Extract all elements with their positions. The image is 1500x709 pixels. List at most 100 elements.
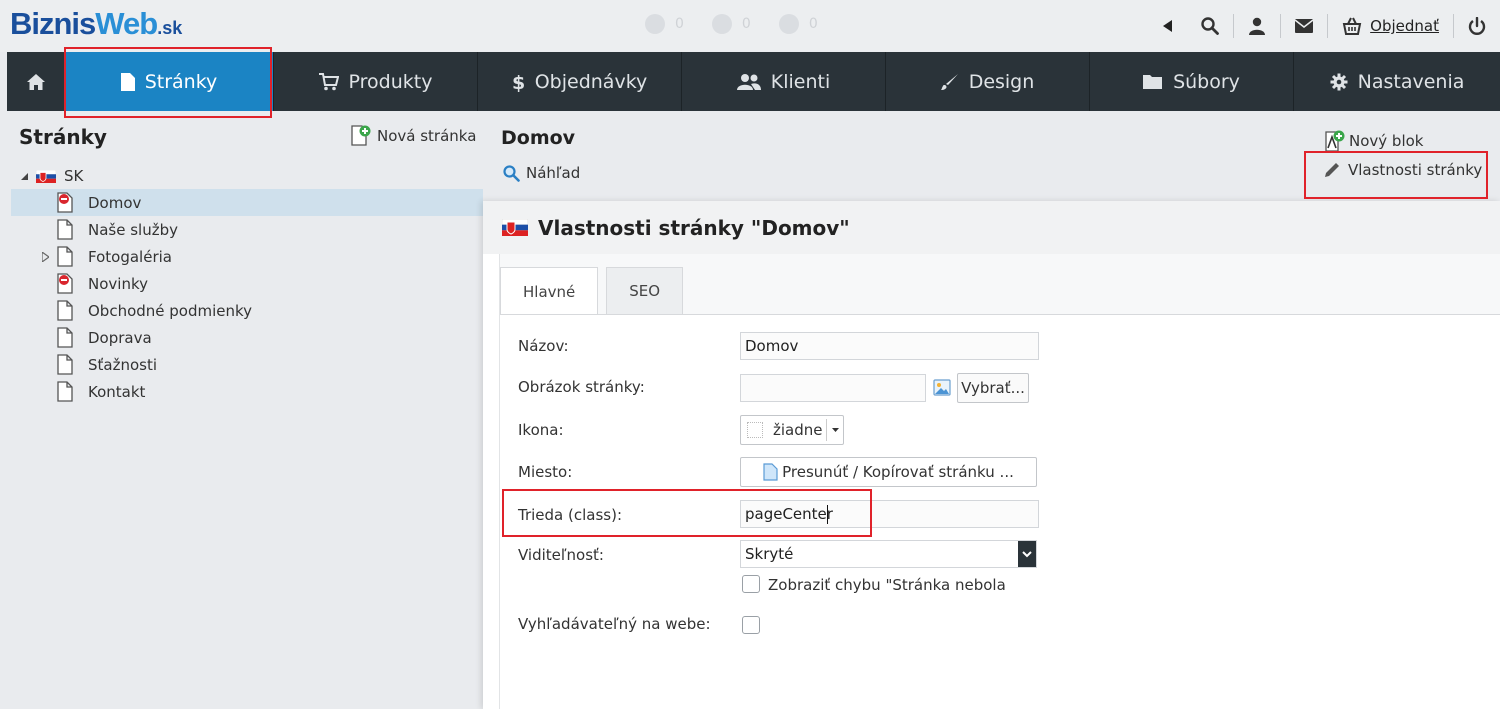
tab-hlavne[interactable]: Hlavné (500, 267, 599, 315)
class-label: Trieda (class): (518, 506, 622, 524)
tree-item-fotogaleria[interactable]: Fotogaléria (11, 243, 483, 270)
dropdown-divider (826, 419, 827, 441)
page-icon (57, 219, 73, 240)
tree-item-nase-sluzby[interactable]: Naše služby (11, 216, 483, 243)
file-icon (120, 72, 135, 91)
tree-item-obchodne-podmienky[interactable]: Obchodné podmienky (11, 297, 483, 324)
tree-item-staznosti[interactable]: Sťažnosti (11, 351, 483, 378)
name-input[interactable]: Domov (740, 332, 1039, 360)
select-arrow-box (1018, 541, 1036, 567)
image-label: Obrázok stránky: (518, 378, 645, 396)
envelope-icon (1295, 19, 1314, 33)
search-button[interactable] (1187, 0, 1233, 52)
stat-icon (711, 14, 732, 34)
slovak-flag-icon (36, 169, 56, 183)
search-icon (1201, 17, 1220, 35)
new-block-button[interactable]: Nový blok (1325, 130, 1423, 152)
nav-design[interactable]: Design (886, 52, 1090, 111)
new-page-icon (351, 125, 371, 146)
top-bar: BiznisWeb.sk 0 0 0 Objednať (0, 0, 1500, 52)
class-input[interactable]: pageCenter (740, 500, 1039, 528)
page-tree: SK Domov Naše služby Fotogaléria Novinky (11, 163, 483, 405)
page-icon (57, 300, 73, 321)
searchable-label: Vyhľadávateľný na webe: (518, 615, 711, 633)
move-copy-button[interactable]: Presunúť / Kopírovať stránku ... (740, 457, 1037, 487)
hidden-page-icon (57, 192, 73, 213)
hidden-page-icon (57, 273, 73, 294)
nav-klienti[interactable]: Klienti (682, 52, 886, 111)
pencil-icon (1325, 163, 1339, 177)
dollar-icon: $ (512, 72, 525, 92)
empty-icon-preview (747, 422, 763, 438)
place-label: Miesto: (518, 463, 573, 481)
faint-stat: 0 (778, 14, 818, 34)
panel-title: Stránky (19, 125, 107, 149)
expand-arrow-icon[interactable] (42, 252, 49, 262)
nav-subory[interactable]: Súbory (1090, 52, 1294, 111)
dialog-tabs: Hlavné SEO (500, 267, 691, 315)
pages-panel: Stránky Nová stránka SK Domov Naše služb… (7, 111, 483, 709)
faint-stat: 0 (645, 14, 684, 34)
image-preview-icon[interactable] (933, 379, 951, 396)
searchable-checkbox[interactable] (742, 616, 760, 634)
stat-icon (645, 14, 665, 34)
nav-produkty[interactable]: Produkty (274, 52, 478, 111)
search-icon (503, 164, 520, 182)
folder-icon (1143, 74, 1163, 89)
page-icon (57, 354, 73, 375)
svg-text:$: $ (512, 72, 525, 92)
page-properties-button[interactable]: Vlastnosti stránky (1324, 161, 1482, 179)
messages-button[interactable] (1281, 0, 1327, 52)
page-icon (57, 246, 73, 267)
logout-button[interactable] (1454, 0, 1500, 52)
page-icon (57, 327, 73, 348)
dialog-body: Hlavné SEO Názov: Domov Obrázok stránky:… (499, 254, 1500, 709)
home-icon (26, 73, 45, 90)
brush-icon (940, 73, 958, 90)
page-properties-dialog: Vlastnosti stránky "Domov" Hlavné SEO Ná… (483, 201, 1500, 709)
users-icon (736, 73, 761, 90)
icon-select[interactable]: žiadne (740, 415, 844, 445)
name-label: Názov: (518, 337, 569, 355)
nav-stranky[interactable]: Stránky (65, 52, 274, 111)
tab-seo[interactable]: SEO (606, 267, 684, 314)
triangle-left-icon (1163, 20, 1173, 32)
nav-home[interactable] (7, 52, 65, 111)
visibility-select[interactable]: Skryté (740, 540, 1037, 568)
dialog-title: Vlastnosti stránky "Domov" (538, 215, 850, 240)
text-cursor (827, 505, 828, 524)
nav-nastavenia[interactable]: Nastavenia (1294, 52, 1500, 111)
collapse-arrow-icon (21, 172, 28, 180)
nav-objednavky[interactable]: $ Objednávky (478, 52, 682, 111)
user-button[interactable] (1234, 0, 1280, 52)
tree-root-sk[interactable]: SK (11, 163, 483, 189)
new-page-button[interactable]: Nová stránka (351, 125, 476, 147)
cart-icon (318, 72, 339, 90)
tree-item-domov[interactable]: Domov (11, 189, 483, 216)
power-icon (1468, 17, 1486, 35)
choose-image-button[interactable]: Vybrať... (957, 373, 1029, 403)
tree-item-kontakt[interactable]: Kontakt (11, 378, 483, 405)
visibility-label: Viditeľnosť: (518, 546, 604, 564)
show-error-checkbox[interactable] (742, 575, 760, 593)
app-window: BiznisWeb.sk 0 0 0 Objednať Stránky Prod… (0, 0, 1500, 709)
slovak-flag-icon (502, 219, 528, 236)
tree-item-novinky[interactable]: Novinky (11, 270, 483, 297)
stat-icon (778, 14, 799, 34)
image-input[interactable] (740, 374, 926, 402)
collapse-button[interactable] (1149, 0, 1187, 52)
basket-icon (1342, 17, 1362, 35)
preview-link[interactable]: Náhľad (503, 164, 580, 182)
chevron-down-icon (1022, 550, 1032, 557)
page-title: Domov (501, 127, 576, 149)
logo[interactable]: BiznisWeb.sk (10, 6, 182, 42)
new-block-icon (1325, 130, 1345, 152)
user-icon (1249, 17, 1266, 35)
tree-item-doprava[interactable]: Doprava (11, 324, 483, 351)
gear-icon (1330, 73, 1348, 90)
order-link[interactable]: Objednať (1328, 17, 1453, 35)
page-icon (57, 381, 73, 402)
faint-stat: 0 (711, 14, 751, 34)
main-nav: Stránky Produkty $ Objednávky Klienti De… (7, 52, 1500, 111)
toolbar-icons: Objednať (1149, 0, 1500, 52)
